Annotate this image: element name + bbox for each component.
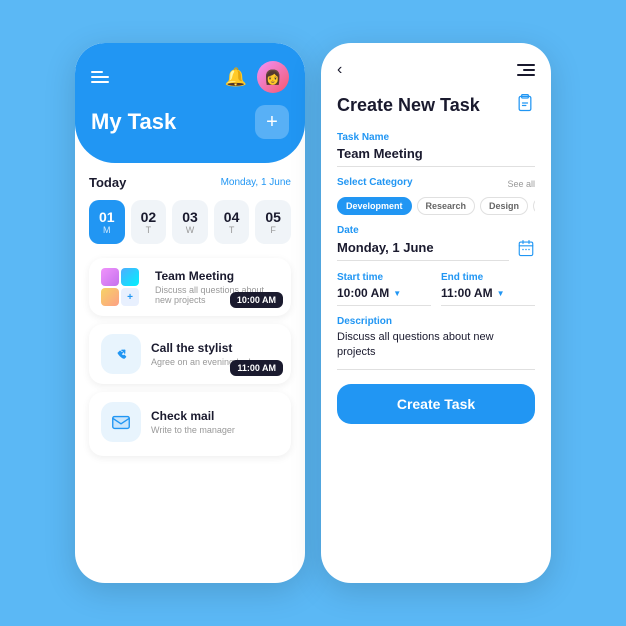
create-task-button[interactable]: Create Task xyxy=(337,384,535,424)
task-name-label: Task Name xyxy=(337,132,535,143)
day-num: 05 xyxy=(265,209,281,225)
category-label-row: Select Category See all xyxy=(337,177,535,191)
back-button[interactable]: ‹ xyxy=(337,61,342,79)
day-letter: M xyxy=(103,225,111,235)
task-avatars: + xyxy=(101,268,145,306)
menu-icon[interactable] xyxy=(517,64,535,76)
day-num: 02 xyxy=(141,209,157,225)
category-chip-development[interactable]: Development xyxy=(337,197,412,215)
date-chip-05[interactable]: 05 F xyxy=(255,200,291,244)
category-chip-design[interactable]: Design xyxy=(480,197,528,215)
mail-icon xyxy=(101,402,141,442)
task-card-team-meeting[interactable]: + Team Meeting Discuss all questions abo… xyxy=(89,258,291,316)
app-container: 🔔 👩 My Task + Today Monday, 1 June 01 M xyxy=(55,23,571,603)
task-time: 10:00 AM xyxy=(230,292,283,308)
date-chip-01[interactable]: 01 M xyxy=(89,200,125,244)
my-task-title-row: My Task + xyxy=(91,105,289,139)
date-value[interactable]: Monday, 1 June xyxy=(337,240,509,261)
my-task-label: My Task xyxy=(91,109,176,135)
end-time-value-row: 11:00 AM ▼ xyxy=(441,286,535,306)
description-section: Description Discuss all questions about … xyxy=(337,316,535,370)
left-phone: 🔔 👩 My Task + Today Monday, 1 June 01 M xyxy=(75,43,305,583)
category-chip-research[interactable]: Research xyxy=(417,197,476,215)
start-time-value-row: 10:00 AM ▼ xyxy=(337,286,431,306)
right-topbar: ‹ xyxy=(337,61,535,79)
task-list: + Team Meeting Discuss all questions abo… xyxy=(89,258,291,456)
date-row: Today Monday, 1 June xyxy=(89,175,291,190)
start-time-value[interactable]: 10:00 AM xyxy=(337,286,389,300)
day-letter: W xyxy=(186,225,195,235)
date-chips: 01 M 02 T 03 W 04 T 05 F xyxy=(89,200,291,244)
avatar-1 xyxy=(101,268,119,286)
clipboard-icon xyxy=(515,93,535,118)
date-section: Date Monday, 1 June xyxy=(337,225,535,262)
date-value-row: Monday, 1 June xyxy=(337,239,535,262)
left-topbar: 🔔 👩 xyxy=(91,61,289,93)
add-task-button[interactable]: + xyxy=(255,105,289,139)
task-name-section: Task Name Team Meeting xyxy=(337,132,535,167)
category-chip-backend[interactable]: Backend xyxy=(533,197,535,215)
start-time-label: Start time xyxy=(337,272,431,283)
today-label: Today xyxy=(89,175,126,190)
task-name-value[interactable]: Team Meeting xyxy=(337,146,535,167)
left-phone-body: Today Monday, 1 June 01 M 02 T 03 W 04 xyxy=(75,163,305,468)
avatar-plus: + xyxy=(121,288,139,306)
date-label: Date xyxy=(337,225,535,236)
end-time-chevron[interactable]: ▼ xyxy=(497,289,505,298)
task-title: Team Meeting xyxy=(155,269,279,283)
end-time-section: End time 11:00 AM ▼ xyxy=(441,272,535,306)
task-desc: Write to the manager xyxy=(151,425,279,435)
page-title: Create New Task xyxy=(337,95,480,116)
bell-icon[interactable]: 🔔 xyxy=(225,67,247,88)
start-time-chevron[interactable]: ▼ xyxy=(393,289,401,298)
day-letter: T xyxy=(146,225,152,235)
task-title: Call the stylist xyxy=(151,341,279,355)
page-title-row: Create New Task xyxy=(337,93,535,118)
task-card-info: Check mail Write to the manager xyxy=(151,409,279,435)
task-title: Check mail xyxy=(151,409,279,423)
day-num: 04 xyxy=(224,209,240,225)
see-all-link[interactable]: See all xyxy=(507,179,535,189)
category-label: Select Category xyxy=(337,177,413,188)
category-chips: Development Research Design Backend xyxy=(337,197,535,215)
start-time-section: Start time 10:00 AM ▼ xyxy=(337,272,431,306)
avatar-2 xyxy=(121,268,139,286)
day-letter: F xyxy=(270,225,276,235)
category-section: Select Category See all Development Rese… xyxy=(337,177,535,215)
date-chip-04[interactable]: 04 T xyxy=(214,200,250,244)
right-phone: ‹ Create New Task Task Name Team Meeting… xyxy=(321,43,551,583)
time-row: Start time 10:00 AM ▼ End time 11:00 AM … xyxy=(337,272,535,306)
date-chip-03[interactable]: 03 W xyxy=(172,200,208,244)
end-time-label: End time xyxy=(441,272,535,283)
date-label: Monday, 1 June xyxy=(221,177,291,188)
user-avatar[interactable]: 👩 xyxy=(257,61,289,93)
day-letter: T xyxy=(229,225,235,235)
task-card-check-mail[interactable]: Check mail Write to the manager xyxy=(89,392,291,456)
day-num: 01 xyxy=(99,209,115,225)
left-phone-header: 🔔 👩 My Task + xyxy=(75,43,305,163)
task-time: 11:00 AM xyxy=(230,360,283,376)
hamburger-icon[interactable] xyxy=(91,71,109,83)
description-label: Description xyxy=(337,316,535,327)
avatar-3 xyxy=(101,288,119,306)
calendar-icon[interactable] xyxy=(517,239,535,262)
date-chip-02[interactable]: 02 T xyxy=(131,200,167,244)
day-num: 03 xyxy=(182,209,198,225)
end-time-value[interactable]: 11:00 AM xyxy=(441,286,493,300)
description-value[interactable]: Discuss all questions about new projects xyxy=(337,330,535,370)
task-card-call-stylist[interactable]: Call the stylist Agree on an evening loo… xyxy=(89,324,291,384)
phone-icon xyxy=(101,334,141,374)
